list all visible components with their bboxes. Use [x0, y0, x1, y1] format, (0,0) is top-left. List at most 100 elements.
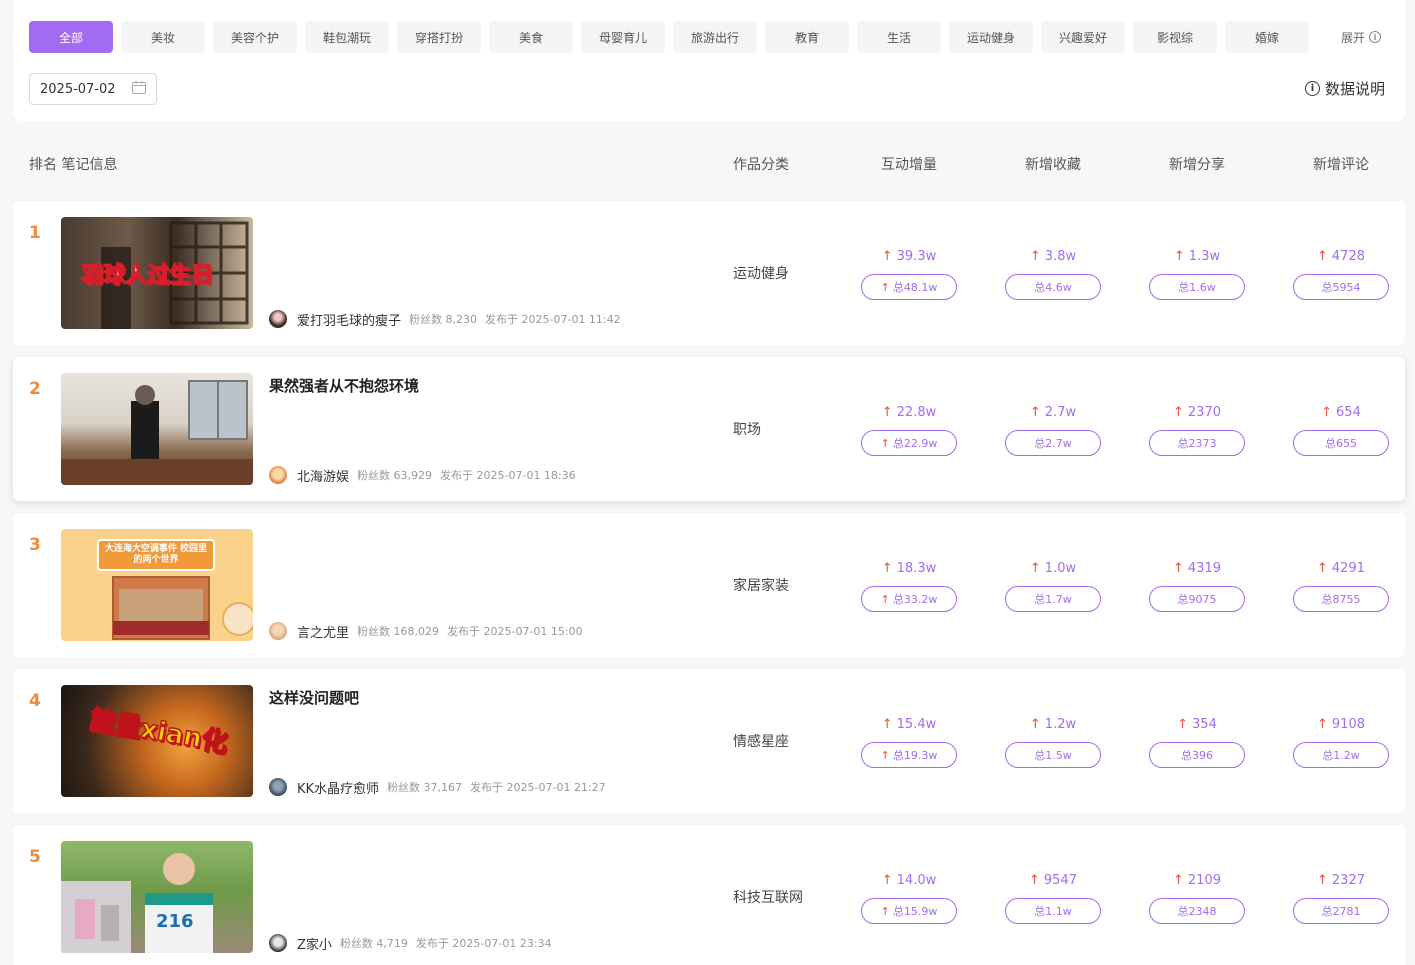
- up-arrow-icon: ↑: [880, 592, 890, 606]
- date-picker[interactable]: 2025-07-02: [29, 73, 157, 105]
- metric-collect: ↑ 1.0w 总1.7w: [1005, 561, 1101, 612]
- metric-share: ↑ 354 总396: [1149, 717, 1245, 768]
- table-row[interactable]: 3 大连海大空调事件 校园里的两个世界 言之尤里 粉丝数 168,029 发布于…: [13, 513, 1405, 657]
- category-tab-makeup[interactable]: 美妆: [121, 21, 205, 53]
- table-row[interactable]: 4 能量xian化 这样没问题吧 KK水晶疗愈师 粉丝数 37,167 发布于 …: [13, 669, 1405, 813]
- author-name[interactable]: KK水晶疗愈师: [297, 778, 379, 797]
- avatar[interactable]: [269, 934, 287, 952]
- avatar[interactable]: [269, 466, 287, 484]
- metric-total-badge: ↑ 总22.9w: [861, 430, 957, 456]
- note-thumbnail[interactable]: 羽球人过生日: [61, 217, 253, 329]
- note-thumbnail[interactable]: 大连海大空调事件 校园里的两个世界: [61, 529, 253, 641]
- metric-total: 总396: [1181, 749, 1213, 762]
- metric-share: ↑ 2109 总2348: [1149, 873, 1245, 924]
- up-arrow-icon: ↑: [881, 873, 893, 888]
- category-tab-all[interactable]: 全部: [29, 21, 113, 53]
- metric-total-badge: ↑ 总48.1w: [861, 274, 957, 300]
- metric-total-badge: 总1.7w: [1005, 586, 1101, 612]
- note-thumbnail[interactable]: 216: [61, 841, 253, 953]
- metric-increment: 654: [1336, 405, 1361, 420]
- metric-total: 总1.5w: [1034, 749, 1072, 762]
- metric-increment: 1.0w: [1044, 561, 1077, 576]
- note-title[interactable]: 果然强者从不抱怨环境: [269, 375, 419, 396]
- author-name[interactable]: 爱打羽毛球的瘦子: [297, 310, 401, 329]
- metric-total-badge: 总5954: [1293, 274, 1389, 300]
- table-row[interactable]: 1 羽球人过生日 爱打羽毛球的瘦子 粉丝数 8,230 发布于 2025-07-…: [13, 201, 1405, 345]
- up-arrow-icon: ↑: [1177, 717, 1189, 732]
- author-name[interactable]: Z家小: [297, 934, 332, 953]
- publish-time: 发布于 2025-07-01 11:42: [485, 313, 621, 326]
- data-description-link[interactable]: i 数据说明: [1305, 78, 1385, 99]
- rank-number: 3: [29, 535, 41, 555]
- category-tab-life[interactable]: 生活: [857, 21, 941, 53]
- category-tab-shoes-bags[interactable]: 鞋包潮玩: [305, 21, 389, 53]
- up-arrow-icon: ↑: [1317, 873, 1328, 888]
- metric-total-badge: 总2781: [1293, 898, 1389, 924]
- up-arrow-icon: ↑: [1173, 561, 1184, 576]
- metric-increment: 15.4w: [896, 717, 937, 732]
- up-arrow-icon: ↑: [1173, 873, 1184, 888]
- metric-share: ↑ 1.3w 总1.6w: [1149, 249, 1245, 300]
- table-row[interactable]: 2 果然强者从不抱怨环境 北海游娱 粉丝数 63,929 发布于 2025-07…: [13, 357, 1405, 501]
- metric-increment: 2327: [1331, 873, 1365, 888]
- header-interaction[interactable]: 互动增量: [881, 154, 937, 174]
- avatar[interactable]: [269, 778, 287, 796]
- metric-total: 总1.6w: [1178, 281, 1216, 294]
- category-tab-fitness[interactable]: 运动健身: [949, 21, 1033, 53]
- metric-total: 总1.1w: [1034, 905, 1072, 918]
- metric-total-badge: 总1.2w: [1293, 742, 1389, 768]
- avatar[interactable]: [269, 310, 287, 328]
- up-arrow-icon: ↑: [1317, 561, 1328, 576]
- metric-total: 总2373: [1177, 437, 1217, 450]
- metric-increment: 4728: [1331, 249, 1365, 264]
- metric-total: 总655: [1325, 437, 1357, 450]
- metric-interaction: ↑ 14.0w ↑ 总15.9w: [861, 873, 957, 924]
- header-collect[interactable]: 新增收藏: [1025, 154, 1081, 174]
- category-tab-education[interactable]: 教育: [765, 21, 849, 53]
- author-name[interactable]: 北海游娱: [297, 466, 349, 485]
- up-arrow-icon: ↑: [1029, 717, 1041, 732]
- expand-button[interactable]: 展开 i: [1341, 21, 1382, 53]
- metric-total-badge: 总1.1w: [1005, 898, 1101, 924]
- publish-time: 发布于 2025-07-01 23:34: [415, 937, 552, 950]
- avatar[interactable]: [269, 622, 287, 640]
- category-tab-parenting[interactable]: 母婴育儿: [581, 21, 665, 53]
- category-tab-film-tv[interactable]: 影视综: [1133, 21, 1217, 53]
- metric-total: 总22.9w: [892, 437, 938, 450]
- up-arrow-icon: ↑: [1029, 873, 1040, 888]
- category-tab-travel[interactable]: 旅游出行: [673, 21, 757, 53]
- fans-count: 粉丝数 63,929: [357, 469, 433, 482]
- category-tab-fashion[interactable]: 穿搭打扮: [397, 21, 481, 53]
- category-tab-wedding[interactable]: 婚嫁: [1225, 21, 1309, 53]
- category-tab-hobbies[interactable]: 兴趣爱好: [1041, 21, 1125, 53]
- metric-total: 总1.2w: [1322, 749, 1360, 762]
- header-category: 作品分类: [733, 157, 789, 173]
- category-tab-food[interactable]: 美食: [489, 21, 573, 53]
- metric-total-badge: 总9075: [1149, 586, 1245, 612]
- metric-total-badge: 总655: [1293, 430, 1389, 456]
- rank-number: 4: [29, 691, 41, 711]
- note-thumbnail[interactable]: 能量xian化: [61, 685, 253, 797]
- metric-total: 总2.7w: [1034, 437, 1072, 450]
- metric-total: 总2348: [1177, 905, 1217, 918]
- metric-collect: ↑ 2.7w 总2.7w: [1005, 405, 1101, 456]
- note-title[interactable]: 这样没问题吧: [269, 687, 359, 708]
- metric-increment: 2.7w: [1044, 405, 1077, 420]
- note-thumbnail[interactable]: [61, 373, 253, 485]
- up-arrow-icon: ↑: [1029, 561, 1041, 576]
- header-share[interactable]: 新增分享: [1169, 154, 1225, 174]
- metric-interaction: ↑ 22.8w ↑ 总22.9w: [861, 405, 957, 456]
- table-row[interactable]: 5 216 Z家小 粉丝数 4,719 发布于 2025-07-01 23:34…: [13, 825, 1405, 965]
- header-comment[interactable]: 新增评论: [1313, 154, 1369, 174]
- publish-time: 发布于 2025-07-01 18:36: [440, 469, 576, 482]
- up-arrow-icon: ↑: [880, 904, 890, 918]
- metric-total-badge: 总1.6w: [1149, 274, 1245, 300]
- note-category: 家居家装: [733, 578, 789, 594]
- up-arrow-icon: ↑: [1173, 249, 1185, 264]
- category-tab-skincare[interactable]: 美容个护: [213, 21, 297, 53]
- metric-total: 总33.2w: [892, 593, 938, 606]
- rank-number: 5: [29, 847, 41, 867]
- author-name[interactable]: 言之尤里: [297, 622, 349, 641]
- metric-increment: 354: [1192, 717, 1217, 732]
- rank-number: 1: [29, 223, 41, 243]
